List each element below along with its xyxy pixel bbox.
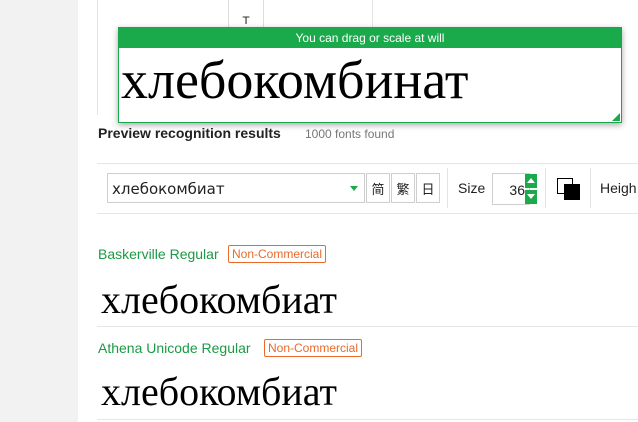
overlay-sample-text: хлебокомбинат [121,50,469,110]
divider [97,163,638,164]
license-badge: Non-Commercial [264,339,363,357]
fonts-found-count: 1000 fonts found [305,127,395,141]
toolbar-separator [447,168,448,208]
divider [97,326,638,327]
japanese-button[interactable]: 日 [416,173,440,203]
preview-title: Preview recognition results [98,125,281,141]
divider [97,213,638,214]
foreground-color-swatch[interactable] [564,184,580,200]
traditional-button[interactable]: 繁 [391,173,415,203]
toolbar-separator [590,168,591,208]
overlay-hint[interactable]: You can drag or scale at will [119,28,621,48]
left-gutter [0,0,78,422]
color-swap-icon[interactable] [557,178,581,200]
resize-handle-icon[interactable] [612,113,620,121]
toolbar-separator [545,168,546,208]
license-badge: Non-Commercial [228,245,327,263]
height-label: Heigh [600,180,637,196]
source-divider [372,0,373,30]
simplified-button[interactable]: 简 [366,173,390,203]
size-stepper[interactable] [525,174,537,204]
increase-size-icon[interactable] [525,174,537,188]
decrease-size-icon[interactable] [525,190,537,204]
crop-overlay[interactable]: You can drag or scale at will хлебокомби… [118,27,622,123]
preview-text-value: хлебокомбиат [112,180,225,198]
font-sample-text[interactable]: хлебокомбиат [101,368,337,415]
font-sample-text[interactable]: хлебокомбиат [101,276,337,323]
chevron-down-icon[interactable] [350,186,358,191]
size-label: Size [458,180,486,196]
size-value: 36 [509,182,525,198]
font-name-link[interactable]: Baskerville Regular [98,246,219,262]
font-name-link[interactable]: Athena Unicode Regular [98,340,251,356]
divider [97,419,638,420]
preview-text-select[interactable]: хлебокомбиат [107,173,365,203]
